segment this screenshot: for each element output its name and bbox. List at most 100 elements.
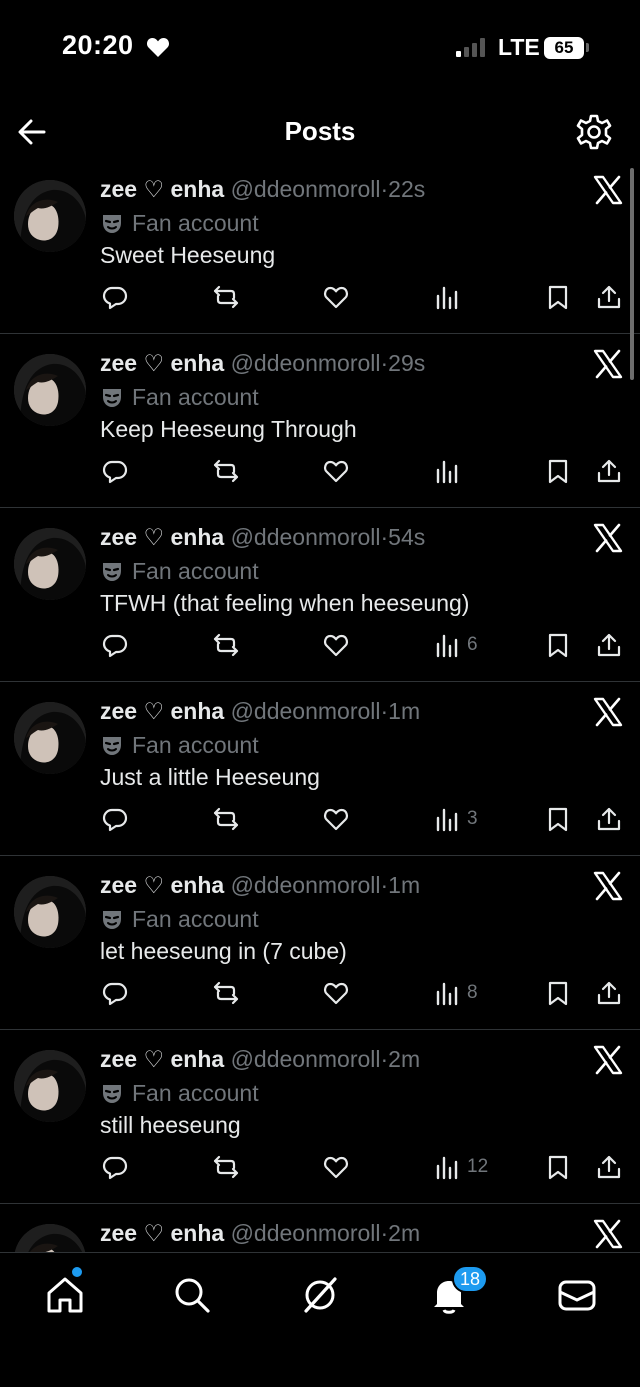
post[interactable]: zee ♡ enha @ddeonmoroll·1m Fan account l… [0, 856, 640, 1030]
views-icon [436, 286, 458, 310]
views-count: 12 [467, 1156, 489, 1177]
bottom-nav: 18 [0, 1252, 640, 1387]
avatar[interactable] [14, 180, 86, 252]
share-icon [597, 459, 621, 483]
bookmark-button[interactable] [545, 628, 571, 662]
post-actions: 12 [0, 1150, 640, 1186]
bookmark-button[interactable] [545, 1150, 571, 1184]
display-name[interactable]: zee ♡ enha [100, 872, 224, 898]
views-button[interactable] [433, 280, 467, 314]
bookmark-button[interactable] [545, 280, 571, 314]
views-icon [436, 808, 458, 832]
share-icon [597, 633, 621, 657]
account-label-text: Fan account [132, 558, 259, 584]
share-button[interactable] [596, 976, 622, 1010]
repost-button[interactable] [213, 280, 239, 314]
like-button[interactable] [323, 454, 349, 488]
post-actions: 8 [0, 976, 640, 1012]
avatar[interactable] [14, 876, 86, 948]
heart-icon [324, 634, 348, 657]
display-name[interactable]: zee ♡ enha [100, 350, 224, 376]
like-button[interactable] [323, 628, 349, 662]
battery-icon: 65 [544, 37, 584, 59]
display-name[interactable]: zee ♡ enha [100, 1220, 224, 1246]
grok-icon[interactable] [298, 1273, 342, 1317]
repost-icon [213, 285, 239, 309]
share-icon [597, 807, 621, 831]
bookmark-button[interactable] [545, 454, 571, 488]
account-label: Fan account [100, 1080, 259, 1107]
avatar[interactable] [14, 1050, 86, 1122]
mask-icon [103, 910, 121, 929]
reply-button[interactable] [102, 1150, 128, 1184]
share-button[interactable] [596, 802, 622, 836]
account-label-text: Fan account [132, 732, 259, 758]
post[interactable]: zee ♡ enha @ddeonmoroll·22s Fan account … [0, 160, 640, 334]
repost-button[interactable] [213, 976, 239, 1010]
bookmark-icon [548, 459, 568, 484]
post[interactable]: zee ♡ enha @ddeonmoroll·2m Fan account s… [0, 1030, 640, 1204]
user-handle[interactable]: @ddeonmoroll [231, 524, 381, 550]
display-name[interactable]: zee ♡ enha [100, 524, 224, 550]
bookmark-button[interactable] [545, 802, 571, 836]
display-name[interactable]: zee ♡ enha [100, 698, 224, 724]
post-actions: 6 [0, 628, 640, 664]
bookmark-button[interactable] [545, 976, 571, 1010]
post[interactable]: zee ♡ enha @ddeonmoroll·2m Fan account [0, 1204, 640, 1252]
share-button[interactable] [596, 1150, 622, 1184]
user-handle[interactable]: @ddeonmoroll [231, 1046, 381, 1072]
post[interactable]: zee ♡ enha @ddeonmoroll·54s Fan account … [0, 508, 640, 682]
avatar[interactable] [14, 1224, 86, 1252]
mail-icon[interactable] [555, 1273, 599, 1317]
reply-button[interactable] [102, 976, 128, 1010]
avatar[interactable] [14, 528, 86, 600]
like-button[interactable] [323, 976, 349, 1010]
post[interactable]: zee ♡ enha @ddeonmoroll·29s Fan account … [0, 334, 640, 508]
search-icon[interactable] [170, 1273, 214, 1317]
user-handle[interactable]: @ddeonmoroll [231, 872, 381, 898]
repost-button[interactable] [213, 628, 239, 662]
repost-button[interactable] [213, 1150, 239, 1184]
display-name[interactable]: zee ♡ enha [100, 1046, 224, 1072]
views-button[interactable]: 3 [433, 802, 478, 836]
repost-icon [213, 981, 239, 1005]
scrollbar[interactable] [630, 168, 634, 380]
repost-button[interactable] [213, 802, 239, 836]
views-button[interactable]: 12 [433, 1150, 488, 1184]
user-handle[interactable]: @ddeonmoroll [231, 350, 381, 376]
notifications-badge: 18 [452, 1265, 489, 1293]
repost-button[interactable] [213, 454, 239, 488]
user-handle[interactable]: @ddeonmoroll [231, 698, 381, 724]
display-name[interactable]: zee ♡ enha [100, 176, 224, 202]
reply-button[interactable] [102, 628, 128, 662]
avatar[interactable] [14, 354, 86, 426]
like-button[interactable] [323, 280, 349, 314]
views-button[interactable] [433, 454, 467, 488]
user-handle[interactable]: @ddeonmoroll [231, 1220, 381, 1246]
heart-icon [324, 1156, 348, 1179]
account-label-text: Fan account [132, 384, 259, 410]
avatar[interactable] [14, 702, 86, 774]
share-button[interactable] [596, 280, 622, 314]
reply-button[interactable] [102, 280, 128, 314]
views-count: 3 [467, 808, 478, 829]
home-icon[interactable] [43, 1273, 87, 1317]
post[interactable]: zee ♡ enha @ddeonmoroll·1m Fan account J… [0, 682, 640, 856]
share-button[interactable] [596, 454, 622, 488]
views-button[interactable]: 6 [433, 628, 478, 662]
reply-button[interactable] [102, 802, 128, 836]
like-button[interactable] [323, 1150, 349, 1184]
views-button[interactable]: 8 [433, 976, 478, 1010]
heart-icon [324, 982, 348, 1005]
reply-button[interactable] [102, 454, 128, 488]
gear-icon[interactable] [574, 112, 614, 152]
post-text: Sweet Heeseung [100, 242, 276, 268]
user-handle[interactable]: @ddeonmoroll [231, 176, 381, 202]
reply-icon [102, 634, 128, 658]
share-button[interactable] [596, 628, 622, 662]
like-button[interactable] [323, 802, 349, 836]
views-icon [436, 982, 458, 1006]
x-logo-icon [593, 871, 623, 901]
post-feed[interactable]: zee ♡ enha @ddeonmoroll·22s Fan account … [0, 160, 640, 1252]
post-time: 1m [388, 872, 421, 898]
